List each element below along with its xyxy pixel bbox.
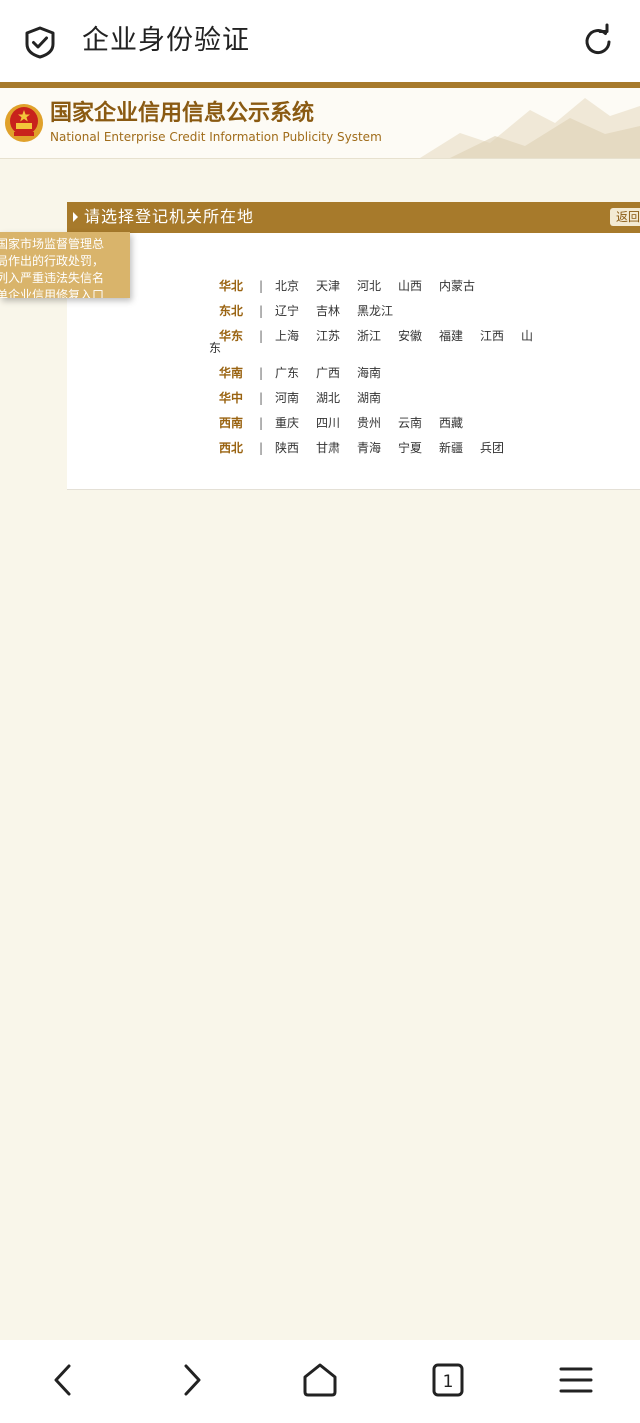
menu-icon[interactable]	[556, 1360, 596, 1400]
province-link[interactable]: 新疆	[439, 439, 463, 457]
province-link[interactable]: 浙江	[357, 327, 381, 345]
national-emblem-icon	[5, 104, 43, 142]
credit-repair-notice[interactable]: 国家市场监督管理总 局作出的行政处罚， 列入严重违法失信名 单企业信用修复入口	[0, 232, 130, 298]
region-separator: |	[259, 329, 264, 343]
site-title-en: National Enterprise Credit Information P…	[50, 130, 382, 144]
region-name: 华东	[219, 329, 244, 343]
province-link[interactable]: 湖北	[316, 389, 340, 407]
browser-top-bar: 企业身份验证	[0, 0, 640, 82]
province-link[interactable]: 兵团	[480, 439, 504, 457]
province-link[interactable]: 江西	[480, 327, 504, 345]
region-name: 华南	[219, 366, 244, 380]
region-name: 华中	[219, 391, 244, 405]
reload-icon[interactable]	[580, 22, 616, 60]
panel-header: 请选择登记机关所在地 返回	[67, 202, 640, 233]
home-icon[interactable]	[300, 1360, 340, 1400]
province-link[interactable]: 内蒙古	[439, 277, 475, 295]
site-banner: 国家企业信用信息公示系统 National Enterprise Credit …	[0, 88, 640, 159]
province-link[interactable]: 云南	[398, 414, 422, 432]
tabs-icon[interactable]: 1	[428, 1360, 468, 1400]
notice-line: 单企业信用修复入口	[0, 288, 105, 298]
province-link[interactable]: 广西	[316, 364, 340, 382]
province-link[interactable]: 福建	[439, 327, 463, 345]
region-name: 东北	[219, 304, 244, 318]
province-link[interactable]: 辽宁	[275, 302, 299, 320]
province-link[interactable]: 四川	[316, 414, 340, 432]
back-icon[interactable]	[44, 1360, 84, 1400]
region-name: 西南	[219, 416, 244, 430]
region-name: 华北	[219, 279, 244, 293]
province-link[interactable]: 贵州	[357, 414, 381, 432]
province-link[interactable]: 陕西	[275, 439, 299, 457]
province-link[interactable]: 湖南	[357, 389, 381, 407]
province-link[interactable]: 山西	[398, 277, 422, 295]
site-title-cn: 国家企业信用信息公示系统	[50, 101, 315, 126]
province-link[interactable]: 河南	[275, 389, 299, 407]
province-link[interactable]: 宁夏	[398, 439, 422, 457]
province-link[interactable]: 天津	[316, 277, 340, 295]
region-separator: |	[259, 304, 264, 318]
province-link[interactable]: 上海	[275, 327, 299, 345]
notice-line: 列入严重违法失信名	[0, 271, 105, 285]
forward-icon[interactable]	[172, 1360, 212, 1400]
province-item-wrap[interactable]: 东	[209, 339, 221, 357]
region-separator: |	[259, 416, 264, 430]
province-link[interactable]: 吉林	[316, 302, 340, 320]
province-link[interactable]: 广东	[275, 364, 299, 382]
province-link[interactable]: 青海	[357, 439, 381, 457]
region-separator: |	[259, 441, 264, 455]
province-link[interactable]: 重庆	[275, 414, 299, 432]
province-link[interactable]: 海南	[357, 364, 381, 382]
region-separator: |	[259, 279, 264, 293]
province-link[interactable]: 河北	[357, 277, 381, 295]
province-link[interactable]: 北京	[275, 277, 299, 295]
panel-heading: 请选择登记机关所在地	[84, 207, 255, 226]
region-separator: |	[259, 391, 264, 405]
province-link[interactable]: 山	[521, 327, 533, 345]
tab-count: 1	[443, 1372, 454, 1392]
province-link[interactable]: 江苏	[316, 327, 340, 345]
region-separator: |	[259, 366, 264, 380]
mountain-decoration	[420, 98, 640, 158]
province-link[interactable]: 甘肃	[316, 439, 340, 457]
page-title: 企业身份验证	[82, 25, 250, 56]
province-link[interactable]: 安徽	[398, 327, 422, 345]
notice-line: 国家市场监督管理总	[0, 237, 105, 251]
region-name: 西北	[219, 441, 244, 455]
browser-bottom-bar: 1	[0, 1340, 640, 1423]
province-link[interactable]: 西藏	[439, 414, 463, 432]
back-button[interactable]: 返回	[610, 208, 640, 226]
shield-check-icon[interactable]	[22, 24, 58, 60]
region-panel: 请选择登记机关所在地 返回 华北 | 北京 天津 河北 山西 内蒙古东北 | 辽宁 吉林 黑龙江华东…	[67, 202, 640, 490]
province-link[interactable]: 黑龙江	[357, 302, 393, 320]
notice-line: 局作出的行政处罚，	[0, 254, 105, 268]
triangle-right-icon	[73, 212, 78, 222]
